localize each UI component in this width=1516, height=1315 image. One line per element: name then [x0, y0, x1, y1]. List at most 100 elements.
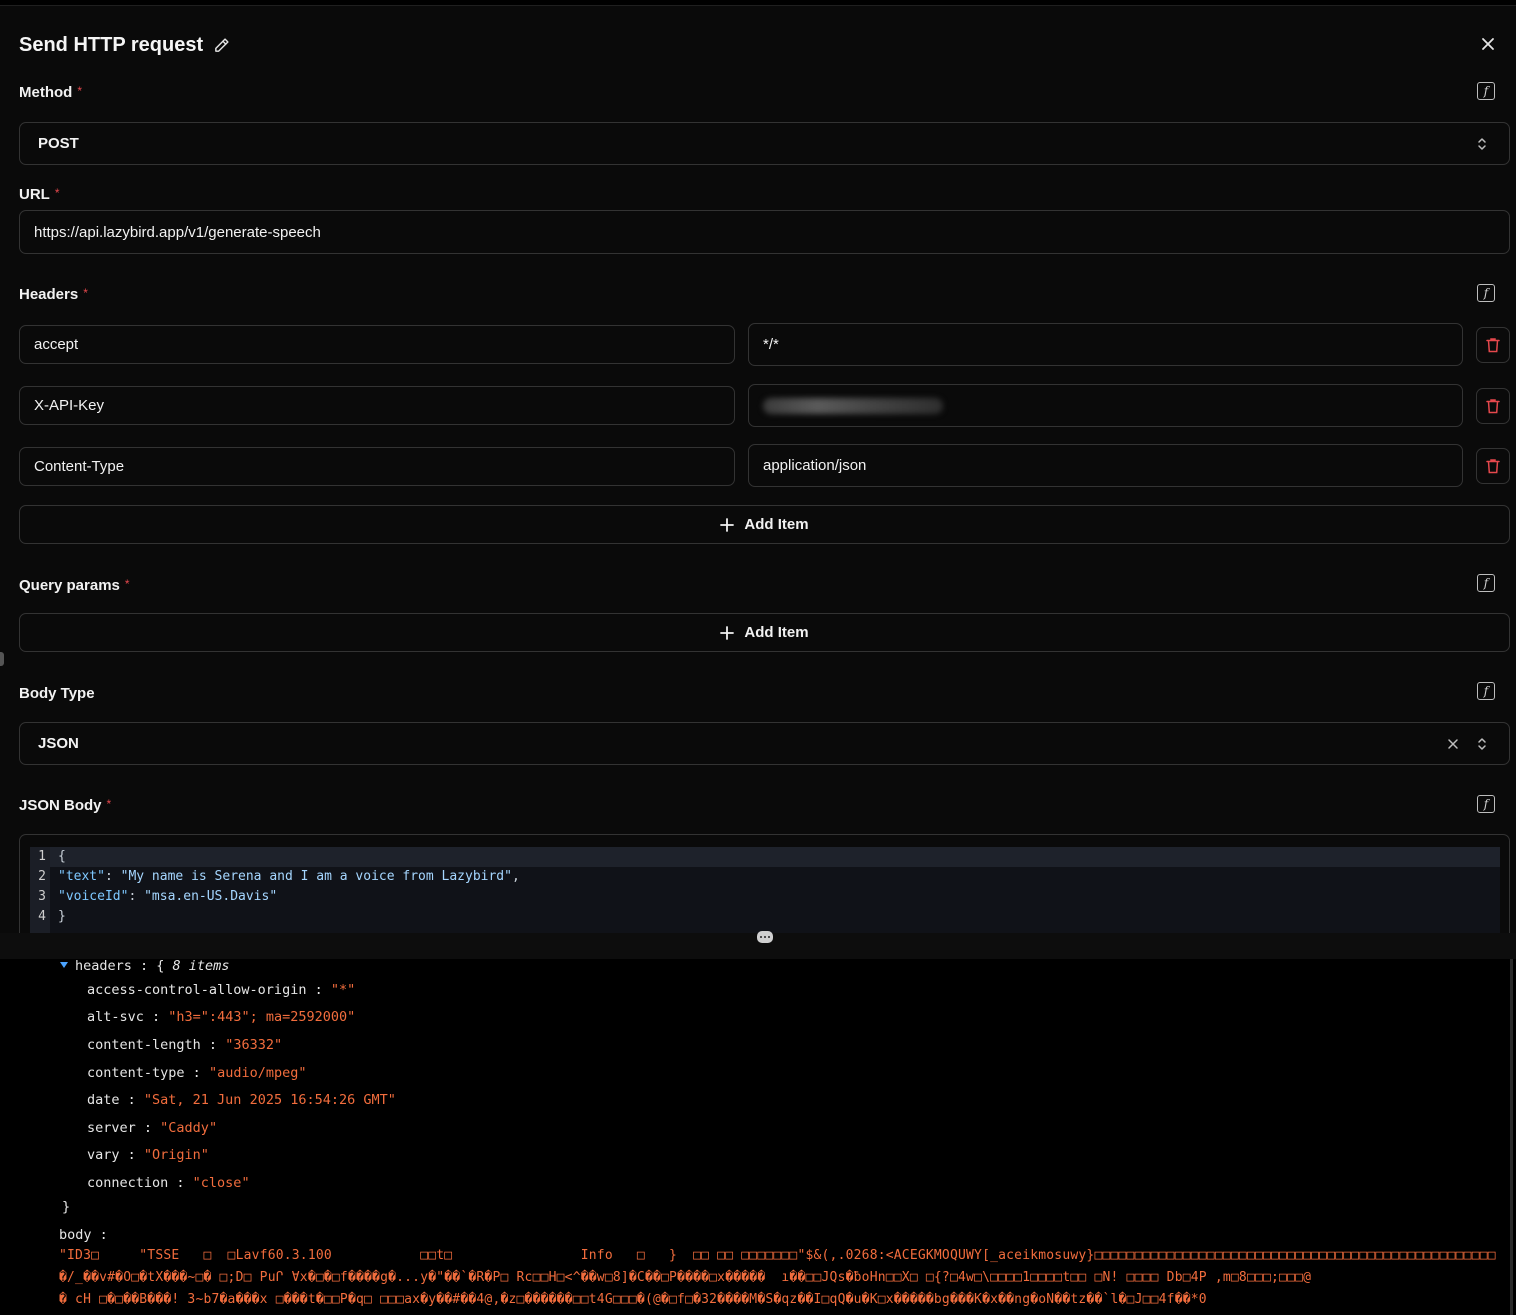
- headers-node[interactable]: headers : { 8 items: [60, 959, 229, 974]
- code-line: "text": "My name is Serena and I am a vo…: [58, 869, 520, 884]
- url-value: https://api.lazybird.app/v1/generate-spe…: [34, 223, 321, 241]
- header-value-value: */*: [763, 336, 779, 353]
- output-row: connection : "close": [87, 1175, 250, 1191]
- header-key-input[interactable]: accept: [19, 325, 735, 364]
- line-numbers: 1 2 3 4: [30, 847, 50, 933]
- output-value: "audio/mpeg": [208, 1065, 307, 1081]
- json-body-editor[interactable]: 1 2 3 4 { "text": "My name is Serena and…: [19, 834, 1510, 933]
- output-key: body: [59, 1227, 92, 1243]
- header-value-input[interactable]: [748, 384, 1463, 427]
- output-value: "36332": [225, 1037, 283, 1053]
- http-request-panel: Send HTTP request Method * f POST URL * ht…: [0, 5, 1516, 933]
- chevron-up-down-icon: [1478, 137, 1486, 150]
- delete-header-button[interactable]: [1476, 448, 1510, 484]
- output-row: content-type : "audio/mpeg": [87, 1065, 307, 1081]
- close-icon[interactable]: [1480, 36, 1496, 52]
- output-value: "Origin": [143, 1147, 209, 1163]
- required-marker: *: [106, 797, 112, 811]
- json-key: "text": [58, 869, 105, 884]
- output-key: headers: [75, 959, 132, 974]
- output-value: "h3=":443"; ma=2592000": [168, 1009, 356, 1025]
- body-type-value: JSON: [38, 735, 79, 752]
- output-key: server: [87, 1120, 136, 1136]
- output-row: server : "Caddy": [87, 1120, 218, 1136]
- output-key: content-type: [87, 1065, 185, 1081]
- method-label-text: Method: [19, 84, 73, 101]
- line-number: 2: [38, 869, 46, 884]
- output-value: "Caddy": [160, 1120, 218, 1136]
- delete-header-button[interactable]: [1476, 388, 1510, 424]
- output-row: alt-svc : "h3=":443"; ma=2592000": [87, 1009, 356, 1025]
- url-label: URL *: [19, 186, 60, 203]
- header-key-input[interactable]: X-API-Key: [19, 386, 735, 425]
- output-key: date: [87, 1092, 120, 1108]
- pencil-icon[interactable]: [213, 37, 230, 54]
- item-count: 8 items: [172, 959, 230, 974]
- clear-icon[interactable]: [1447, 738, 1459, 750]
- body-node: body :: [59, 1227, 108, 1243]
- drag-handle-icon[interactable]: [757, 931, 773, 943]
- formula-toggle-icon[interactable]: f: [1477, 682, 1495, 700]
- code-line: "voiceId": "msa.en-US.Davis": [58, 889, 278, 904]
- add-item-label: Add Item: [744, 516, 809, 533]
- trash-icon: [1486, 338, 1500, 353]
- body-type-label: Body Type: [19, 685, 95, 702]
- formula-toggle-icon[interactable]: f: [1477, 795, 1495, 813]
- code-lines[interactable]: { "text": "My name is Serena and I am a …: [50, 847, 1500, 933]
- output-key: content-length: [87, 1037, 201, 1053]
- add-query-param-button[interactable]: Add Item: [19, 613, 1510, 652]
- redacted-api-key: [763, 397, 943, 414]
- code-line: {: [50, 847, 1500, 867]
- formula-toggle-icon[interactable]: f: [1477, 284, 1495, 302]
- line-number: 4: [38, 909, 46, 924]
- output-key: alt-svc: [87, 1009, 144, 1025]
- output-value: "Sat, 21 Jun 2025 16:54:26 GMT": [143, 1092, 396, 1108]
- json-body-label: JSON Body *: [19, 797, 111, 814]
- headers-label-text: Headers: [19, 286, 79, 303]
- method-select[interactable]: POST: [19, 122, 1510, 165]
- url-input[interactable]: https://api.lazybird.app/v1/generate-spe…: [19, 210, 1510, 254]
- header-value-input[interactable]: application/json: [748, 444, 1463, 487]
- required-marker: *: [124, 577, 130, 591]
- output-scrollbar[interactable]: [1510, 959, 1513, 1315]
- json-string: "My name is Serena and I am a voice from…: [120, 869, 512, 884]
- delete-header-button[interactable]: [1476, 327, 1510, 363]
- json-body-label-text: JSON Body: [19, 797, 102, 814]
- line-number: 3: [38, 889, 46, 904]
- output-value: "close": [192, 1175, 250, 1191]
- panel-edge-handle[interactable]: [0, 652, 4, 666]
- header-value-value: application/json: [763, 457, 867, 474]
- output-row: vary : "Origin": [87, 1147, 209, 1163]
- output-row: access-control-allow-origin : "*": [87, 982, 356, 998]
- collapse-triangle-icon[interactable]: [60, 962, 68, 968]
- add-item-label: Add Item: [744, 624, 809, 641]
- header-key-value: Content-Type: [34, 458, 125, 475]
- code-line: }: [58, 907, 1500, 927]
- required-marker: *: [83, 286, 88, 300]
- header-value-input[interactable]: */*: [748, 323, 1463, 366]
- output-key: access-control-allow-origin: [87, 982, 307, 998]
- header-key-value: accept: [34, 336, 79, 353]
- brace: {: [58, 849, 66, 864]
- body-type-select[interactable]: JSON: [19, 722, 1510, 765]
- code-area[interactable]: 1 2 3 4 { "text": "My name is Serena and…: [30, 847, 1500, 933]
- binary-line: "ID3□ "TSSE □ □Lavf60.3.100 □□t□ Info □ …: [59, 1248, 1516, 1263]
- add-header-button[interactable]: Add Item: [19, 505, 1510, 544]
- header-key-input[interactable]: Content-Type: [19, 447, 735, 486]
- headers-label: Headers *: [19, 286, 88, 303]
- output-key: connection: [87, 1175, 169, 1191]
- output-value: "*": [330, 982, 356, 998]
- trash-icon: [1486, 459, 1500, 474]
- query-params-label: Query params *: [19, 577, 130, 594]
- binary-line: � cH □�□��B���! 3~b7�a���x □���t�□□P�q□ …: [59, 1292, 1207, 1307]
- method-value: POST: [38, 135, 79, 152]
- formula-toggle-icon[interactable]: f: [1477, 82, 1495, 100]
- required-marker: *: [77, 84, 82, 98]
- formula-toggle-icon[interactable]: f: [1477, 574, 1495, 592]
- trash-icon: [1486, 399, 1500, 414]
- query-label-text: Query params: [19, 577, 120, 594]
- json-string: "msa.en-US.Davis": [144, 889, 278, 904]
- closing-brace: }: [62, 1199, 71, 1215]
- url-label-text: URL: [19, 186, 50, 203]
- header-key-value: X-API-Key: [34, 397, 105, 414]
